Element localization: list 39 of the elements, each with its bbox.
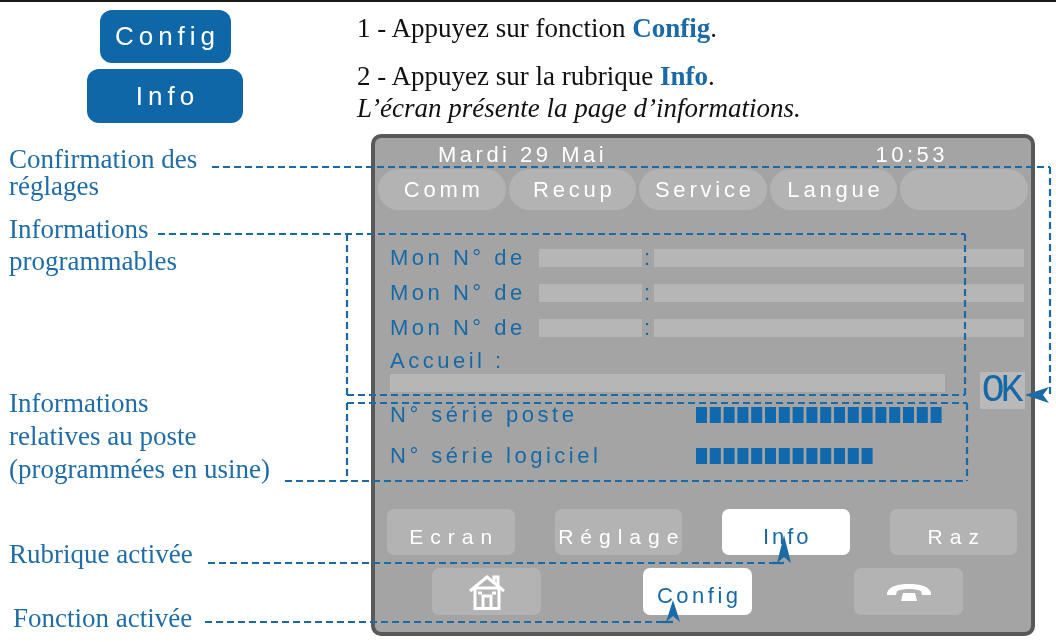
soft-key[interactable]: Info xyxy=(722,509,850,555)
function-key[interactable]: Config xyxy=(643,568,752,615)
screen-date: Mardi 29 Mai xyxy=(438,145,608,165)
instruction-step: 2 - Appuyez sur la rubrique Info. xyxy=(357,60,715,92)
callout-label: Informations programmables xyxy=(9,213,177,277)
function-key[interactable] xyxy=(854,568,963,615)
tab[interactable]: Service xyxy=(639,169,767,210)
field-label: Mon N° de xyxy=(390,249,527,267)
callout-label: Confirmation des réglages xyxy=(9,146,198,200)
input-field[interactable] xyxy=(654,319,1024,337)
field-label: Accueil : xyxy=(390,352,505,370)
tab[interactable]: Recup xyxy=(508,169,637,210)
field-label: Mon N° de xyxy=(390,319,527,337)
soft-key[interactable]: Raz xyxy=(889,509,1017,555)
field-separator: : xyxy=(643,249,654,267)
callout-label: Fonction activée xyxy=(13,602,193,634)
field-separator: : xyxy=(643,319,654,337)
field-separator: : xyxy=(643,284,654,302)
soft-key[interactable]: Ecran xyxy=(387,509,515,555)
function-key[interactable] xyxy=(432,568,541,615)
tab[interactable]: Comm xyxy=(378,169,506,210)
block-row-icon xyxy=(696,448,873,464)
ok-key[interactable]: OK xyxy=(980,372,1025,409)
phone-handset-icon xyxy=(885,582,932,601)
callout-label: Rubrique activée xyxy=(9,538,193,570)
block-row-icon xyxy=(696,407,942,423)
key-button[interactable]: Info xyxy=(87,69,243,123)
house-icon xyxy=(467,573,506,610)
input-field[interactable] xyxy=(654,249,1024,267)
field-label: Mon N° de xyxy=(390,284,527,302)
soft-key[interactable]: Réglage xyxy=(554,509,682,555)
callout-label: Informations relatives au poste (programmées en usine) xyxy=(9,387,270,486)
tab[interactable]: Langue xyxy=(769,169,898,210)
key-button[interactable]: Config xyxy=(99,10,231,63)
instruction-note: L’écran présente la page d’informations. xyxy=(357,92,801,124)
empty-tab[interactable] xyxy=(900,169,1028,210)
input-field[interactable] xyxy=(654,284,1024,302)
instruction-step: 1 - Appuyez sur fonction Config. xyxy=(357,12,717,44)
screen-time: 10:53 xyxy=(875,145,948,165)
